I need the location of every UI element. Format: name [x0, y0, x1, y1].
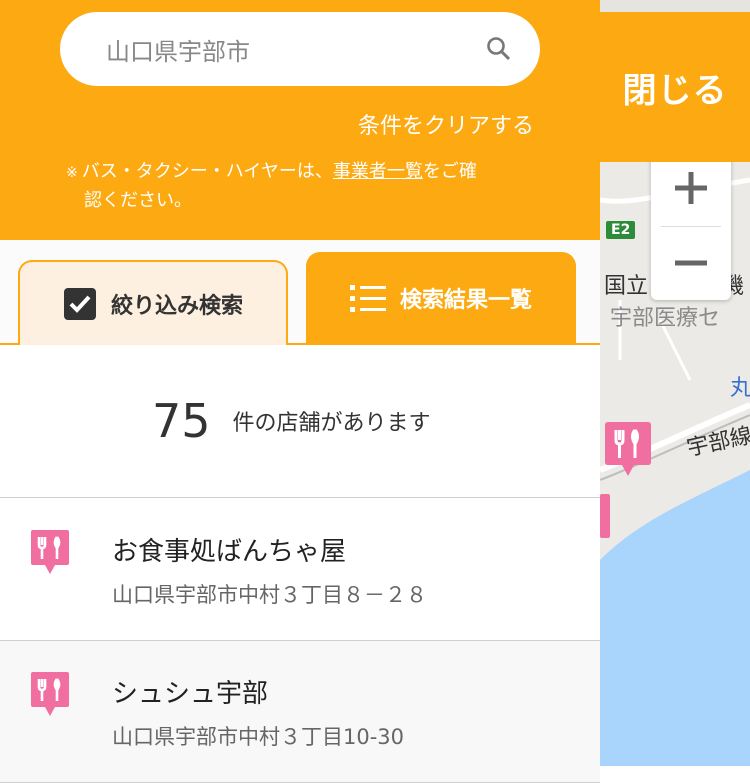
tab-search-results[interactable]: 検索結果一覧	[306, 252, 576, 344]
notice-text-line2: 認ください。	[84, 190, 192, 211]
tab-filter-label: 絞り込み検索	[110, 294, 243, 319]
tab-results-label: 検索結果一覧	[399, 288, 532, 313]
notice-mark: ※	[66, 165, 78, 181]
list-item[interactable]: お食事処ばんちゃ屋 山口県宇部市中村３丁目８－２８	[0, 499, 600, 641]
map-label-medical: 宇部医療セ	[610, 306, 721, 331]
transport-notice: ※ バス・タクシー・ハイヤーは、事業者一覧をご確 認ください。	[66, 158, 536, 215]
restaurant-pin-icon	[31, 530, 69, 574]
result-count-number: 75	[152, 394, 211, 448]
list-icon	[349, 285, 386, 312]
restaurant-pin-icon	[31, 672, 69, 716]
map-pin-partial-icon	[600, 494, 610, 538]
map-label-maru: 丸	[730, 376, 750, 401]
close-label: 閉じる	[622, 70, 728, 111]
tab-bar: 絞り込み検索 検索結果一覧	[0, 240, 600, 346]
shop-address: 山口県宇部市中村３丁目８－２８	[112, 583, 427, 607]
list-item[interactable]: シュシュ宇部 山口県宇部市中村３丁目10-30	[0, 641, 600, 783]
shop-address: 山口県宇部市中村３丁目10-30	[112, 725, 405, 749]
route-badge: E2	[606, 221, 636, 239]
tab-filter-search[interactable]: 絞り込み検索	[18, 260, 288, 346]
search-icon[interactable]	[486, 36, 512, 62]
search-box[interactable]	[60, 12, 540, 86]
result-count: 75 件の店舗があります	[0, 345, 600, 498]
search-header: 条件をクリアする ※バス・タクシー・ハイヤーは、事業者一覧をご確 認ください。	[0, 0, 600, 240]
operator-list-link[interactable]: 事業者一覧	[333, 161, 423, 182]
notice-text-after: をご確	[422, 161, 477, 182]
checkbox-checked-icon	[63, 288, 96, 320]
zoom-controls	[651, 150, 731, 300]
zoom-out-button[interactable]	[651, 225, 731, 300]
minus-icon	[675, 260, 707, 265]
shop-name: お食事処ばんちゃ屋	[112, 537, 347, 567]
notice-text-before: バス・タクシー・ハイヤーは、	[81, 161, 333, 182]
clear-conditions-link[interactable]: 条件をクリアする	[358, 108, 534, 140]
close-button[interactable]: 閉じる	[600, 12, 750, 162]
map-label-national: 国立	[604, 274, 649, 299]
map-restaurant-pin-icon[interactable]	[604, 420, 652, 478]
shop-name: シュシュ宇部	[112, 679, 269, 709]
search-panel: 条件をクリアする ※バス・タクシー・ハイヤーは、事業者一覧をご確 認ください。 …	[0, 0, 600, 783]
search-input[interactable]	[104, 34, 468, 64]
result-count-text: 件の店舗があります	[232, 411, 431, 436]
plus-icon	[675, 171, 707, 204]
